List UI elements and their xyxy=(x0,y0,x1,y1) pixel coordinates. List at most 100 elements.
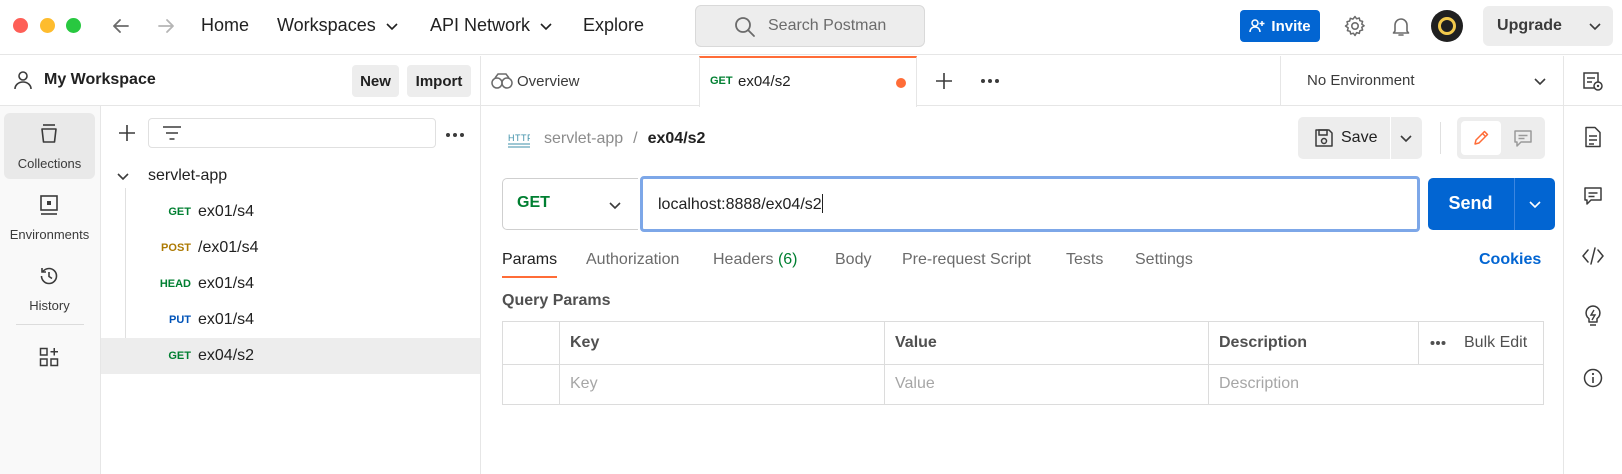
nav-workspaces[interactable]: Workspaces xyxy=(277,15,399,36)
breadcrumb-request-name[interactable]: ex04/s2 xyxy=(648,130,706,148)
table-options-icon[interactable] xyxy=(1430,340,1446,346)
tab-options-icon[interactable] xyxy=(980,78,1000,84)
request-row[interactable]: HEAD ex01/s4 xyxy=(101,266,480,302)
sidebar-item-history[interactable]: History xyxy=(4,255,95,321)
add-apps-icon xyxy=(39,347,59,367)
query-params-table: Key Value Description Bulk Edit Key Valu… xyxy=(502,321,1544,405)
code-icon[interactable] xyxy=(1581,246,1605,266)
send-label: Send xyxy=(1448,193,1493,213)
new-button[interactable]: New xyxy=(352,65,399,97)
chevron-down-icon[interactable] xyxy=(116,171,130,183)
column-header-description: Description xyxy=(1219,334,1308,351)
history-icon xyxy=(40,267,58,285)
back-arrow-icon[interactable] xyxy=(109,14,133,38)
import-button[interactable]: Import xyxy=(407,65,471,97)
search-icon xyxy=(735,17,755,37)
request-row[interactable]: PUT ex01/s4 xyxy=(101,302,480,338)
nav-home-label: Home xyxy=(201,15,250,35)
request-name: ex04/s2 xyxy=(198,347,255,364)
chevron-down-icon[interactable] xyxy=(1527,196,1543,212)
tab-headers[interactable]: Headers (6) xyxy=(713,251,798,269)
param-key-input[interactable]: Key xyxy=(570,375,598,393)
request-row[interactable]: POST /ex01/s4 xyxy=(101,230,480,266)
minimize-window-button[interactable] xyxy=(40,18,55,33)
unsaved-dot-icon[interactable] xyxy=(896,78,906,88)
environment-quick-look[interactable] xyxy=(1563,56,1622,106)
chevron-down-icon[interactable] xyxy=(1587,18,1603,34)
mode-toggle xyxy=(1457,117,1545,159)
collection-row[interactable]: servlet-app xyxy=(101,158,480,194)
comment-mode-icon[interactable] xyxy=(1513,129,1533,147)
filter-icon xyxy=(163,126,181,140)
right-sidebar xyxy=(1563,106,1622,474)
column-divider xyxy=(1208,322,1209,404)
tab-pre-request-script[interactable]: Pre-request Script xyxy=(902,251,1031,269)
chevron-down-icon xyxy=(1534,78,1546,86)
send-divider xyxy=(1514,178,1515,230)
nav-explore[interactable]: Explore xyxy=(583,15,644,36)
param-value-input[interactable]: Value xyxy=(895,375,935,393)
request-row[interactable]: GET ex01/s4 xyxy=(101,194,480,230)
tab-active-request[interactable]: GET ex04/s2 xyxy=(699,56,917,107)
tab-params[interactable]: Params xyxy=(502,251,557,269)
chevron-down-icon xyxy=(609,202,621,210)
invite-label: Invite xyxy=(1271,17,1311,35)
breadcrumb: HTTP servlet-app / ex04/s2 xyxy=(508,126,705,152)
row-divider xyxy=(503,364,1543,365)
tab-authorization[interactable]: Authorization xyxy=(586,251,679,269)
upgrade-button[interactable]: Upgrade xyxy=(1483,6,1613,46)
text-caret xyxy=(821,194,823,213)
sidebar-item-environments[interactable]: Environments xyxy=(4,184,95,250)
pencil-icon xyxy=(1474,130,1489,145)
collection-name: servlet-app xyxy=(148,167,228,184)
info-icon[interactable] xyxy=(1583,368,1603,388)
method-value: GET xyxy=(517,194,550,211)
method-badge: POST xyxy=(161,242,191,254)
tab-settings[interactable]: Settings xyxy=(1135,251,1193,269)
maximize-window-button[interactable] xyxy=(66,18,81,33)
avatar[interactable] xyxy=(1431,10,1463,42)
cookies-link[interactable]: Cookies xyxy=(1479,251,1541,269)
search-input[interactable]: Search Postman xyxy=(695,5,925,47)
toolbar-divider xyxy=(1440,122,1441,154)
tab-method-badge: GET xyxy=(710,75,733,87)
chevron-down-icon[interactable] xyxy=(1398,130,1414,146)
notifications-bell-icon[interactable] xyxy=(1389,14,1413,38)
invite-button[interactable]: Invite xyxy=(1240,10,1320,42)
more-options-icon[interactable] xyxy=(445,132,465,138)
save-button[interactable]: Save xyxy=(1298,117,1422,159)
url-input[interactable]: localhost:8888/ex04/s2 xyxy=(640,176,1420,232)
lightbulb-icon[interactable] xyxy=(1583,304,1603,328)
filter-input[interactable] xyxy=(148,118,436,148)
send-button[interactable]: Send xyxy=(1428,178,1555,230)
param-description-input[interactable]: Description xyxy=(1219,375,1299,393)
method-select[interactable]: GET xyxy=(502,178,638,230)
column-header-value: Value xyxy=(895,334,937,351)
add-icon[interactable] xyxy=(117,123,137,143)
nav-api-network[interactable]: API Network xyxy=(430,15,553,36)
documentation-icon[interactable] xyxy=(1583,126,1603,148)
request-row-selected[interactable]: GET ex04/s2 xyxy=(101,338,480,374)
sidebar-item-collections[interactable]: Collections xyxy=(4,113,95,179)
tab-tests[interactable]: Tests xyxy=(1066,251,1103,269)
environment-select[interactable]: No Environment xyxy=(1280,56,1562,106)
close-window-button[interactable] xyxy=(13,18,28,33)
upgrade-label: Upgrade xyxy=(1497,17,1562,34)
bulk-edit-button[interactable]: Bulk Edit xyxy=(1464,334,1527,352)
search-placeholder: Search Postman xyxy=(768,17,887,34)
forward-arrow-icon[interactable] xyxy=(154,14,178,38)
tab-bar: Overview GET ex04/s2 No Environment xyxy=(481,56,1622,107)
tab-overview[interactable]: Overview xyxy=(481,56,699,106)
tab-body[interactable]: Body xyxy=(835,251,871,269)
new-tab-plus-icon[interactable] xyxy=(934,71,954,91)
sidebar-item-configure[interactable] xyxy=(4,336,95,376)
workspace-name[interactable]: My Workspace xyxy=(44,71,156,89)
nav-home[interactable]: Home xyxy=(201,15,249,36)
column-header-key: Key xyxy=(570,334,600,351)
breadcrumb-collection[interactable]: servlet-app xyxy=(544,130,623,148)
request-name: ex01/s4 xyxy=(198,275,255,292)
comments-icon[interactable] xyxy=(1583,186,1603,206)
edit-mode-button[interactable] xyxy=(1461,121,1501,155)
settings-gear-icon[interactable] xyxy=(1343,14,1367,38)
method-badge: HEAD xyxy=(159,278,191,290)
